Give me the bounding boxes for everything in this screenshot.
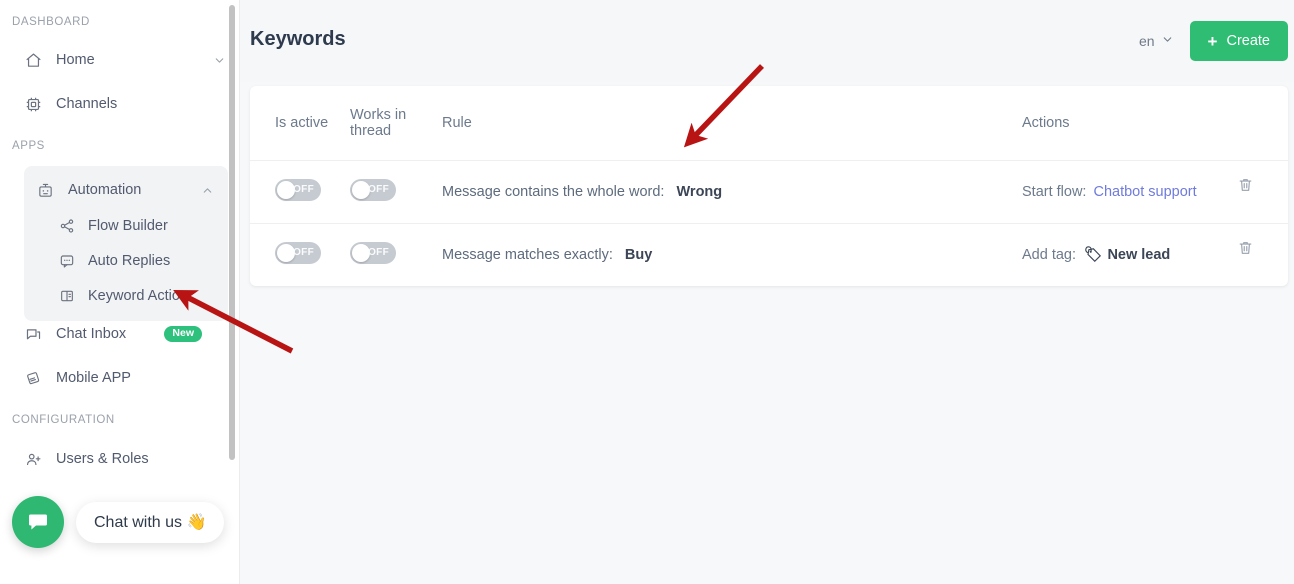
app-root: DASHBOARD Home Channels APPS Automation … bbox=[0, 0, 1294, 584]
chevron-up-icon[interactable] bbox=[201, 184, 214, 197]
table-header-row: Is active Works in thread Rule Actions bbox=[250, 86, 1288, 161]
rule-label: Message matches exactly: bbox=[442, 246, 613, 263]
page-title: Keywords bbox=[250, 28, 346, 50]
sidebar-item-label: Home bbox=[56, 52, 95, 68]
is-active-toggle[interactable]: OFF bbox=[275, 178, 321, 201]
sidebar-item-chat-inbox[interactable]: Chat Inbox New bbox=[0, 317, 216, 351]
sidebar-group-automation: Automation Flow Builder Auto Replies Key… bbox=[24, 166, 228, 321]
toggle-state-label: OFF bbox=[368, 184, 389, 195]
sidebar-section-configuration: CONFIGURATION bbox=[12, 414, 115, 426]
language-value: en bbox=[1138, 33, 1155, 49]
chat-widget: Chat with us 👋 bbox=[12, 496, 225, 548]
cell-is-active: OFF bbox=[250, 223, 350, 286]
is-active-toggle[interactable]: OFF bbox=[275, 241, 321, 264]
works-in-thread-toggle[interactable]: OFF bbox=[350, 241, 396, 264]
sidebar-item-channels[interactable]: Channels bbox=[0, 87, 240, 121]
keywords-table: Is active Works in thread Rule Actions O… bbox=[250, 86, 1288, 286]
page-header: Keywords en + Create bbox=[240, 0, 1294, 82]
rule-value: Buy bbox=[624, 246, 653, 263]
chat-bubble-icon bbox=[29, 514, 47, 530]
user-plus-icon bbox=[24, 450, 42, 466]
columns-layout-icon bbox=[58, 287, 76, 305]
toggle-state-label: OFF bbox=[293, 184, 314, 195]
cell-is-active: OFF bbox=[250, 160, 350, 224]
chevron-down-icon[interactable] bbox=[213, 54, 226, 67]
home-icon bbox=[24, 51, 42, 69]
sidebar-item-label: Channels bbox=[56, 96, 118, 112]
mobile-layers-icon bbox=[24, 369, 42, 387]
header-actions: en + Create bbox=[1139, 21, 1288, 61]
column-header-actions: Actions bbox=[1006, 86, 1288, 161]
sidebar-scroll-area: DASHBOARD Home Channels APPS Automation … bbox=[0, 0, 240, 466]
sidebar-item-label: Keyword Action bbox=[88, 287, 188, 304]
cell-actions: Add tag: 🏷 New lead bbox=[1006, 223, 1288, 286]
sidebar-item-auto-replies[interactable]: Auto Replies bbox=[24, 243, 228, 278]
trash-icon bbox=[1239, 242, 1252, 254]
sidebar-section-apps: APPS bbox=[12, 140, 45, 152]
sidebar-item-label: Automation bbox=[68, 182, 142, 198]
keywords-table-card: Is active Works in thread Rule Actions O… bbox=[250, 86, 1288, 286]
works-in-thread-toggle[interactable]: OFF bbox=[350, 178, 396, 201]
sidebar-item-keyword-action[interactable]: Keyword Action bbox=[24, 278, 228, 313]
trash-icon bbox=[1239, 179, 1252, 191]
delete-row-button[interactable] bbox=[1237, 239, 1254, 261]
action-tag[interactable]: 🏷 New lead bbox=[1084, 246, 1171, 264]
sidebar-item-label: Users & Roles bbox=[56, 451, 149, 466]
action-flow-link[interactable]: Chatbot support bbox=[1093, 184, 1196, 200]
chat-with-us-pill[interactable]: Chat with us 👋 bbox=[76, 501, 225, 543]
robot-icon bbox=[36, 181, 54, 199]
sidebar-item-home[interactable]: Home bbox=[0, 43, 240, 77]
sidebar-item-label: Flow Builder bbox=[88, 217, 168, 234]
chip-icon bbox=[24, 95, 42, 113]
column-header-rule: Rule bbox=[432, 86, 1006, 161]
chat-inbox-icon bbox=[24, 325, 42, 343]
sidebar-item-flow-builder[interactable]: Flow Builder bbox=[24, 208, 228, 243]
status-badge: New bbox=[164, 326, 202, 342]
create-button[interactable]: + Create bbox=[1189, 21, 1288, 61]
action-label: Add tag: bbox=[1022, 246, 1077, 263]
sidebar-scrollbar[interactable] bbox=[229, 5, 235, 460]
rule-value: Wrong bbox=[676, 183, 723, 200]
sidebar-item-users-roles[interactable]: Users & Roles bbox=[0, 442, 240, 466]
action-tag-label: New lead bbox=[1107, 246, 1171, 263]
cell-actions: Start flow: Chatbot support bbox=[1006, 160, 1288, 224]
language-selector[interactable]: en bbox=[1139, 33, 1174, 49]
table-header: Is active Works in thread Rule Actions bbox=[250, 86, 1288, 161]
sidebar-section-dashboard: DASHBOARD bbox=[12, 16, 90, 28]
cell-works-in-thread: OFF bbox=[350, 223, 432, 286]
sidebar-item-automation[interactable]: Automation bbox=[24, 172, 228, 208]
column-header-works-in-thread: Works in thread bbox=[350, 86, 432, 161]
sidebar-item-mobile-app[interactable]: Mobile APP bbox=[0, 361, 240, 395]
sidebar-item-label: Auto Replies bbox=[88, 252, 171, 269]
rule-label: Message contains the whole word: bbox=[442, 183, 665, 200]
main-content: Keywords en + Create Is active Works in … bbox=[240, 0, 1294, 584]
toggle-state-label: OFF bbox=[293, 247, 314, 258]
toggle-state-label: OFF bbox=[368, 247, 389, 258]
cell-rule: Message contains the whole word: Wrong bbox=[432, 160, 1006, 224]
create-button-label: Create bbox=[1226, 33, 1270, 49]
chat-bubble-button[interactable] bbox=[12, 496, 64, 548]
share-nodes-icon bbox=[58, 217, 76, 235]
delete-row-button[interactable] bbox=[1237, 176, 1254, 198]
chevron-down-icon bbox=[1161, 33, 1174, 49]
table-row: OFF OFF Message matches exactly: Buy Add… bbox=[250, 223, 1288, 286]
sidebar: DASHBOARD Home Channels APPS Automation … bbox=[0, 0, 240, 584]
sidebar-item-label: Mobile APP bbox=[56, 370, 131, 386]
table-row: OFF OFF Message contains the whole word:… bbox=[250, 160, 1288, 224]
plus-icon: + bbox=[1207, 31, 1218, 51]
cell-works-in-thread: OFF bbox=[350, 160, 432, 224]
action-label: Start flow: bbox=[1022, 183, 1087, 200]
sidebar-item-label: Chat Inbox bbox=[56, 326, 127, 342]
tag-icon: 🏷 bbox=[1084, 247, 1103, 263]
cell-rule: Message matches exactly: Buy bbox=[432, 223, 1006, 286]
table-body: OFF OFF Message contains the whole word:… bbox=[250, 160, 1288, 286]
chat-dots-icon bbox=[58, 252, 76, 270]
column-header-is-active: Is active bbox=[250, 86, 350, 161]
